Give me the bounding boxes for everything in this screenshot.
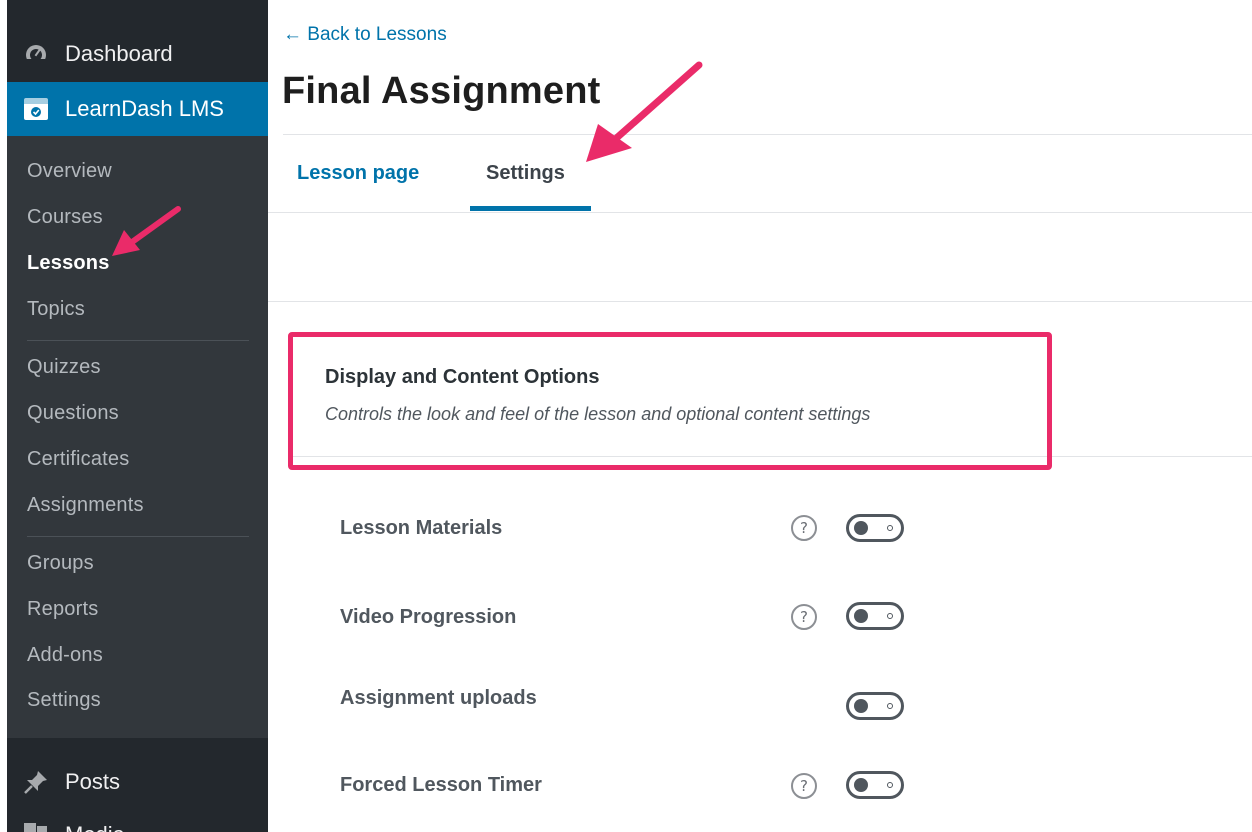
learndash-icon (7, 97, 65, 121)
toggle-knob (854, 521, 868, 535)
back-to-lessons-link[interactable]: ← Back to Lessons (283, 24, 447, 46)
toggle-off-indicator (887, 525, 893, 531)
question-icon[interactable]: ? (791, 773, 817, 799)
dashboard-icon (7, 42, 65, 66)
question-icon[interactable]: ? (791, 604, 817, 630)
toggle-off-indicator (887, 613, 893, 619)
toggle-off-indicator (887, 703, 893, 709)
sidebar-item-addons[interactable]: Add-ons (27, 644, 103, 667)
sidebar-divider (27, 536, 249, 537)
video-progression-toggle[interactable] (846, 602, 904, 630)
option-label-lesson-materials: Lesson Materials (340, 517, 503, 539)
divider (268, 212, 1252, 213)
forced-lesson-timer-toggle[interactable] (846, 771, 904, 799)
sidebar-item-settings[interactable]: Settings (27, 689, 101, 712)
sidebar-item-certificates[interactable]: Certificates (27, 448, 129, 471)
sidebar-item-label: Media (65, 812, 125, 832)
active-tab-indicator (470, 206, 591, 211)
sidebar-item-topics[interactable]: Topics (27, 298, 85, 321)
sidebar-item-media[interactable]: Media (7, 812, 268, 832)
option-label-video-progression: Video Progression (340, 606, 517, 628)
question-icon[interactable]: ? (791, 515, 817, 541)
page-title: Final Assignment (282, 70, 601, 112)
divider (283, 134, 1252, 135)
sidebar-item-quizzes[interactable]: Quizzes (27, 356, 101, 379)
section-description: Controls the look and feel of the lesson… (325, 404, 871, 424)
admin-sidebar: Dashboard LearnDash LMS Overview Courses… (7, 0, 268, 832)
pin-icon (7, 769, 65, 795)
sidebar-divider (27, 340, 249, 341)
sidebar-item-lessons[interactable]: Lessons (27, 252, 110, 275)
sidebar-item-assignments[interactable]: Assignments (27, 494, 144, 517)
lesson-materials-toggle[interactable] (846, 514, 904, 542)
toggle-knob (854, 699, 868, 713)
tab-settings[interactable]: Settings (486, 162, 565, 185)
sidebar-item-questions[interactable]: Questions (27, 402, 119, 425)
option-label-forced-lesson-timer: Forced Lesson Timer (340, 774, 542, 796)
assignment-uploads-toggle[interactable] (846, 692, 904, 720)
toggle-knob (854, 778, 868, 792)
divider (268, 301, 1252, 302)
sidebar-item-groups[interactable]: Groups (27, 552, 94, 575)
sidebar-item-learndash[interactable]: LearnDash LMS (7, 82, 268, 136)
sidebar-item-label: Posts (65, 769, 121, 794)
sidebar-item-dashboard[interactable]: Dashboard (7, 28, 268, 80)
sidebar-item-label: LearnDash LMS (65, 96, 224, 121)
section-title: Display and Content Options (325, 366, 600, 388)
sidebar-item-reports[interactable]: Reports (27, 598, 98, 621)
highlight-annotation-box (288, 332, 1052, 470)
sidebar-item-label: Dashboard (65, 41, 173, 66)
toggle-off-indicator (887, 782, 893, 788)
sidebar-item-courses[interactable]: Courses (27, 206, 103, 229)
option-label-assignment-uploads: Assignment uploads (340, 687, 537, 709)
sidebar-item-posts[interactable]: Posts (7, 756, 268, 808)
media-icon (7, 812, 65, 832)
learndash-submenu: Overview Courses Lessons Topics Quizzes … (7, 136, 268, 738)
toggle-knob (854, 609, 868, 623)
sidebar-item-overview[interactable]: Overview (27, 160, 112, 183)
tab-lesson-page[interactable]: Lesson page (297, 162, 419, 185)
